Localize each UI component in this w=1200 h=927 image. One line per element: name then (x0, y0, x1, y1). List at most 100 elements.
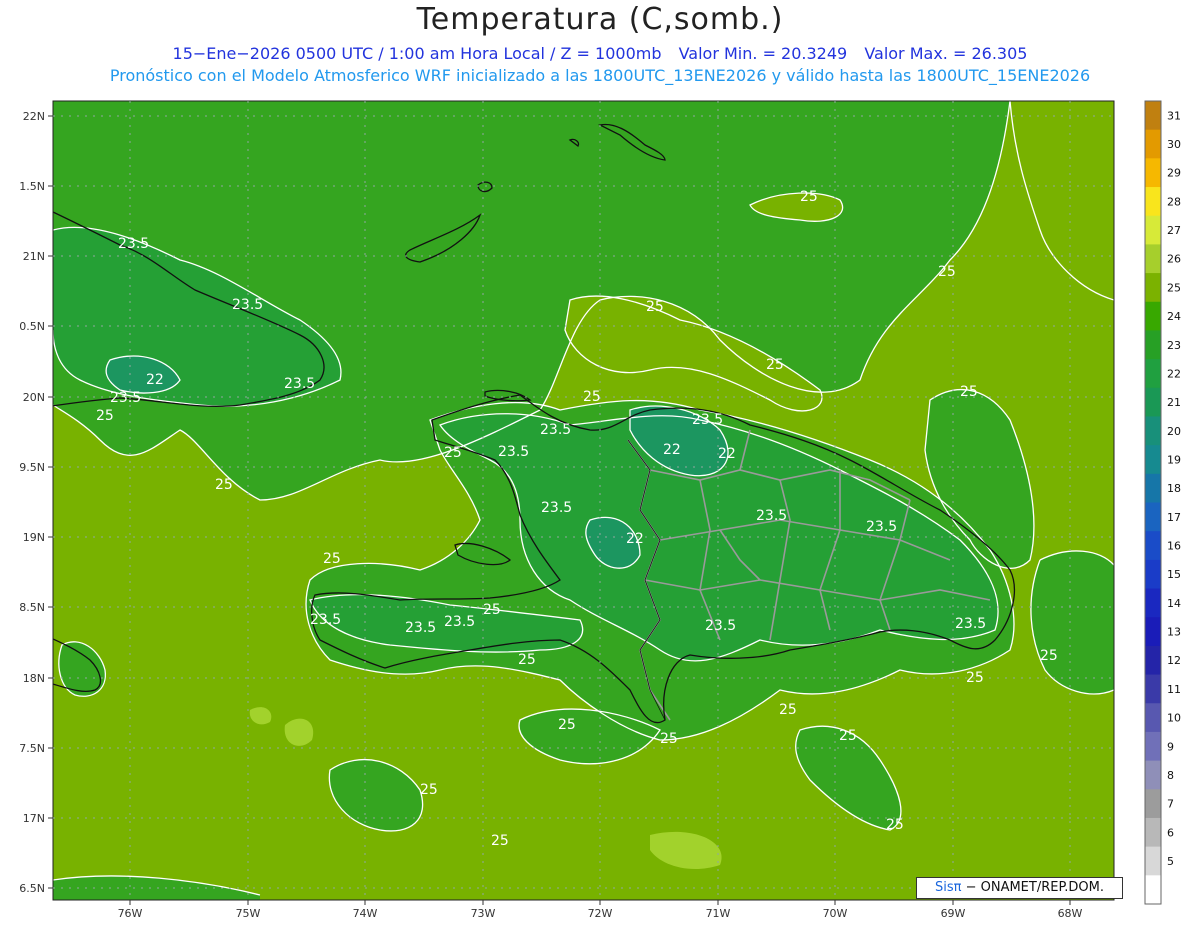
colorbar-label: 14 (1167, 597, 1181, 610)
lat-label: 0.5N (19, 320, 45, 333)
colorbar-swatch (1145, 158, 1161, 188)
colorbar-label: 9 (1167, 740, 1174, 753)
contour-label: 23.5 (705, 618, 736, 634)
colorbar-label: 26 (1167, 253, 1181, 266)
lat-label: 17N (23, 812, 45, 825)
colorbar-label: 23 (1167, 339, 1181, 352)
contour-label: 22 (718, 446, 736, 462)
contour-label: 23.5 (232, 297, 263, 313)
contour-label: 25 (491, 833, 509, 849)
contour-label: 23.5 (955, 616, 986, 632)
credit-brand: Sisπ (934, 880, 962, 895)
contour-label: 25 (215, 477, 233, 493)
contour-label: 23.5 (756, 508, 787, 524)
colorbar-label: 17 (1167, 511, 1181, 524)
colorbar-label: 27 (1167, 224, 1181, 237)
colorbar-swatch (1145, 101, 1161, 131)
contour-label: 25 (766, 357, 784, 373)
lat-label: 8.5N (19, 601, 45, 614)
contour-label: 25 (558, 717, 576, 733)
contour-label: 23.5 (498, 444, 529, 460)
colorbar-label: 10 (1167, 712, 1181, 725)
colorbar-swatch (1145, 416, 1161, 446)
contour-label: 23.5 (692, 412, 723, 428)
lat-label: 19N (23, 531, 45, 544)
contour-label: 25 (960, 384, 978, 400)
lat-label: 18N (23, 672, 45, 685)
colorbar-swatch (1145, 617, 1161, 647)
lon-label: 74W (353, 907, 378, 920)
lat-label: 6.5N (19, 882, 45, 895)
colorbar-swatch (1145, 588, 1161, 618)
contour-label: 25 (966, 670, 984, 686)
contour-label: 23.5 (284, 376, 315, 392)
contour-label: 25 (660, 731, 678, 747)
colorbar-swatch (1145, 731, 1161, 762)
colorbar-label: 15 (1167, 568, 1181, 581)
colorbar-swatch (1145, 215, 1161, 245)
colorbar-label: 16 (1167, 540, 1181, 553)
lat-label: 1.5N (19, 180, 45, 193)
contour-label: 25 (323, 551, 341, 567)
colorbar-swatch (1145, 875, 1161, 905)
contour-label: 23.5 (541, 500, 572, 516)
colorbar-swatch (1145, 846, 1161, 876)
contour-label: 23.5 (118, 236, 149, 252)
colorbar-swatch (1145, 531, 1161, 561)
colorbar-label: 13 (1167, 626, 1181, 639)
colorbar-swatch (1145, 760, 1161, 790)
lat-label: 9.5N (19, 461, 45, 474)
contour-label: 25 (483, 602, 501, 618)
lat-label: 7.5N (19, 742, 45, 755)
lon-label: 71W (706, 907, 731, 920)
lon-label: 70W (823, 907, 848, 920)
credit-org: − ONAMET/REP.DOM. (961, 880, 1104, 895)
colorbar-swatch (1145, 473, 1161, 503)
credit-box: Sisπ − ONAMET/REP.DOM. (916, 877, 1123, 899)
colorbar-label: 22 (1167, 367, 1181, 380)
contour-label: 23.5 (444, 614, 475, 630)
contour-label: 23.5 (405, 620, 436, 636)
colorbar-label: 28 (1167, 195, 1181, 208)
lon-label: 76W (118, 907, 143, 920)
contour-label: 25 (420, 782, 438, 798)
colorbar-label: 18 (1167, 482, 1181, 495)
colorbar-label: 31 (1167, 109, 1181, 122)
colorbar-label: 7 (1167, 798, 1174, 811)
colorbar-swatch (1145, 674, 1161, 704)
contour-label: 25 (886, 817, 904, 833)
lon-label: 68W (1058, 907, 1083, 920)
contour-label: 22 (663, 442, 681, 458)
lon-labels: 76W 75W 74W 73W 72W 71W 70W 69W 68W (118, 907, 1083, 920)
colorbar-swatch (1145, 187, 1161, 217)
contour-label: 25 (938, 264, 956, 280)
colorbar-swatch (1145, 789, 1161, 819)
colorbar-swatch (1145, 301, 1161, 331)
colorbar-swatch (1145, 330, 1161, 360)
contour-label: 23.5 (866, 519, 897, 535)
contour-label: 25 (1040, 648, 1058, 664)
colorbar-swatch (1145, 129, 1161, 159)
colorbar-swatch (1145, 502, 1161, 532)
lon-label: 72W (588, 907, 613, 920)
colorbar-label: 11 (1167, 683, 1181, 696)
colorbar-swatch (1145, 445, 1161, 475)
colorbar-label: 5 (1167, 855, 1174, 868)
map-field (53, 101, 1114, 900)
colorbar-label: 19 (1167, 453, 1181, 466)
colorbar-label: 6 (1167, 826, 1174, 839)
colorbar-label: 12 (1167, 654, 1181, 667)
lon-label: 73W (471, 907, 496, 920)
contour-label: 25 (779, 702, 797, 718)
lat-label: 22N (23, 110, 45, 123)
contour-label: 25 (518, 652, 536, 668)
lat-label: 20N (23, 391, 45, 404)
colorbar-label: 30 (1167, 138, 1181, 151)
contour-label: 25 (96, 408, 114, 424)
colorbar-swatch (1145, 559, 1161, 590)
contour-label: 23.5 (110, 390, 141, 406)
colorbar-label: 25 (1167, 281, 1181, 294)
contour-label: 25 (444, 445, 462, 461)
contour-label: 23.5 (540, 422, 571, 438)
colorbar-label: 20 (1167, 425, 1181, 438)
